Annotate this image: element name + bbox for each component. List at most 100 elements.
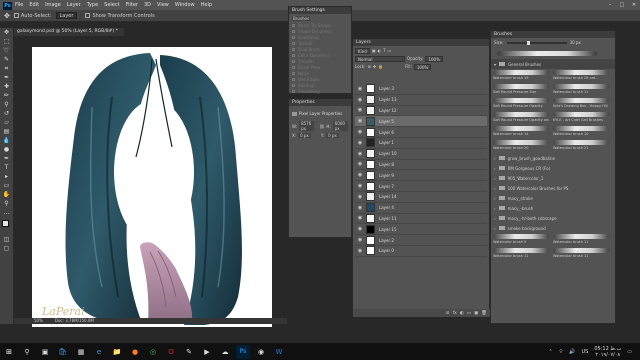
brush-setting-item[interactable]: Wet Edges (292, 77, 348, 82)
width-field[interactable]: 8576 px (299, 121, 315, 131)
auto-select-checkbox[interactable] (13, 13, 19, 18)
stamp-tool-icon[interactable]: ⚲ (2, 100, 12, 109)
brush-setting-item[interactable]: Brush Pose (292, 65, 348, 70)
camera-icon[interactable]: ◉ (254, 345, 268, 359)
start-icon[interactable]: ⊞ (2, 345, 16, 359)
dodge-tool-icon[interactable]: ● (2, 145, 12, 154)
move-tool-icon[interactable]: ✥ (2, 28, 12, 37)
lock-position-icon[interactable]: ✥ (373, 64, 376, 69)
brush-folder[interactable]: › macy_stroke (491, 193, 615, 203)
brush-preset[interactable]: Kyle's Drawing Box - Happy Hill (551, 97, 611, 111)
layer-row[interactable]: ◉ Layer 4 (355, 202, 487, 214)
zoom-level[interactable]: 50% (34, 318, 43, 324)
layer-name[interactable]: Layer 10 (379, 151, 397, 156)
chrome-icon[interactable]: ◎ (146, 345, 160, 359)
brush-group-general[interactable]: ▾ General Brushes (491, 59, 615, 69)
visibility-eye-icon[interactable]: ◉ (357, 248, 363, 254)
visibility-eye-icon[interactable]: ◉ (357, 194, 363, 200)
y-field[interactable]: 0 px (326, 133, 339, 138)
layer-row[interactable]: ◉ Layer 0 (355, 245, 487, 257)
opacity-field[interactable]: 100% (425, 55, 443, 62)
menu-type[interactable]: Type (87, 2, 98, 8)
firefox-icon[interactable]: ● (128, 345, 142, 359)
brush-preset[interactable]: KYLE - Art Craft Gall Brushes (551, 111, 611, 125)
color-swatches[interactable] (0, 219, 13, 235)
quick-mask-icon[interactable]: ◫ (2, 235, 12, 244)
brush-preset[interactable]: Watercolor brush 9 (491, 233, 551, 247)
brush-preset[interactable]: Watercolor brush 11 (491, 247, 551, 261)
brush-folder[interactable]: › macy_-hr-both cobscape (491, 213, 615, 223)
height-field[interactable]: 6000 px (332, 121, 348, 131)
cloud-icon[interactable]: ☁ (218, 345, 232, 359)
visibility-eye-icon[interactable]: ◉ (357, 172, 363, 178)
marquee-tool-icon[interactable]: ⬚ (2, 37, 12, 46)
layer-name[interactable]: Layer 13 (379, 97, 397, 102)
layer-row[interactable]: ◉ Layer 8 (355, 159, 487, 171)
visibility-eye-icon[interactable]: ◉ (357, 151, 363, 157)
blend-mode-dropdown[interactable]: Normal (355, 55, 405, 62)
eraser-tool-icon[interactable]: ▱ (2, 118, 12, 127)
search-icon[interactable]: ⚲ (20, 345, 34, 359)
brush-preset[interactable]: Soft Round Pressure Opacity (491, 97, 551, 111)
task-view-icon[interactable]: ▣ (38, 345, 52, 359)
visibility-eye-icon[interactable]: ◉ (357, 205, 363, 211)
brush-folder[interactable]: › 905_Watercolor_1 (491, 173, 615, 183)
layer-style-icon[interactable]: fx (453, 311, 457, 316)
brush-folder[interactable]: › RM Gorgeous CR (Fo) (491, 163, 615, 173)
brush-setting-item[interactable]: Color Dynamics (292, 53, 348, 58)
layer-row[interactable]: ◉ Layer 14 (355, 191, 487, 203)
layer-name[interactable]: Layer 0 (379, 248, 394, 253)
layer-name[interactable]: Layer 12 (379, 108, 397, 113)
canvas[interactable]: LaPerai (32, 47, 272, 327)
link-icon[interactable]: ⛓ (319, 124, 324, 129)
crop-tool-icon[interactable]: ⌗ (2, 64, 12, 73)
layer-row[interactable]: ◉ Layer 1 (355, 137, 487, 149)
brush-preset[interactable]: Watercolor brush 10 (551, 125, 611, 139)
filter-adjust-icon[interactable]: ◐ (378, 48, 382, 53)
edge-icon[interactable]: e (92, 345, 106, 359)
brush-preset[interactable]: Soft Round Pressure Size (491, 83, 551, 97)
layer-row[interactable]: ◉ Layer 6 (355, 127, 487, 138)
calculator-icon[interactable]: ▦ (74, 345, 88, 359)
layer-name[interactable]: Layer 3 (379, 86, 394, 91)
notification-icon[interactable]: ▭ (627, 349, 632, 355)
layer-name[interactable]: Layer 15 (379, 227, 397, 232)
brush-setting-item[interactable]: Scattering (292, 35, 348, 40)
layer-row[interactable]: ◉ Layer 11 (355, 213, 487, 225)
type-tool-icon[interactable]: T (2, 163, 12, 172)
document-tab[interactable]: galaxymond.psd @ 50% (Layer 5, RGB/8#) * (14, 28, 124, 36)
x-field[interactable]: 0 px (298, 133, 311, 138)
menu-window[interactable]: Window (175, 2, 195, 8)
layer-name[interactable]: Layer 1 (379, 140, 394, 145)
word-icon[interactable]: W (272, 345, 286, 359)
filter-shape-icon[interactable]: ▭ (388, 48, 392, 53)
healing-tool-icon[interactable]: ✚ (2, 82, 12, 91)
zoom-tool-icon[interactable]: ⚲ (2, 199, 12, 208)
brush-tool-icon[interactable]: ✏ (2, 91, 12, 100)
fill-field[interactable]: 100% (413, 63, 432, 70)
layer-name[interactable]: Layer 4 (379, 205, 394, 210)
visibility-eye-icon[interactable]: ◉ (357, 183, 363, 189)
paint-icon[interactable]: ✎ (182, 345, 196, 359)
brush-setting-item[interactable]: Build-up (292, 83, 348, 88)
layer-row[interactable]: ◉ Layer 5 (355, 116, 487, 128)
tray-chevron-icon[interactable]: ⌃ (548, 349, 552, 355)
lasso-tool-icon[interactable]: ➰ (2, 46, 12, 55)
visibility-eye-icon[interactable]: ◉ (357, 215, 363, 221)
photoshop-icon[interactable]: Ps (236, 344, 250, 359)
menu-layer[interactable]: Layer (67, 2, 81, 8)
menu-filter[interactable]: Filter (126, 2, 138, 8)
brush-setting-item[interactable]: Smoothing (292, 89, 348, 94)
pen-tool-icon[interactable]: ✒ (2, 154, 12, 163)
visibility-eye-icon[interactable]: ◉ (357, 86, 363, 92)
layer-name[interactable]: Layer 9 (379, 173, 394, 178)
delete-layer-icon[interactable]: 🗑 (481, 311, 487, 316)
brush-folder[interactable]: › 100 Watercolor Brushes for PS (491, 183, 615, 193)
menu-view[interactable]: View (157, 2, 169, 8)
brush-size-slider[interactable] (506, 40, 567, 45)
layer-name[interactable]: Layer 8 (379, 162, 394, 167)
visibility-eye-icon[interactable]: ◉ (357, 118, 363, 124)
brush-folder[interactable]: › grow_brush_goodbaline (491, 153, 615, 163)
brush-size-value[interactable]: 30 px (570, 40, 581, 45)
auto-select-target-dropdown[interactable]: Layer (55, 12, 78, 19)
